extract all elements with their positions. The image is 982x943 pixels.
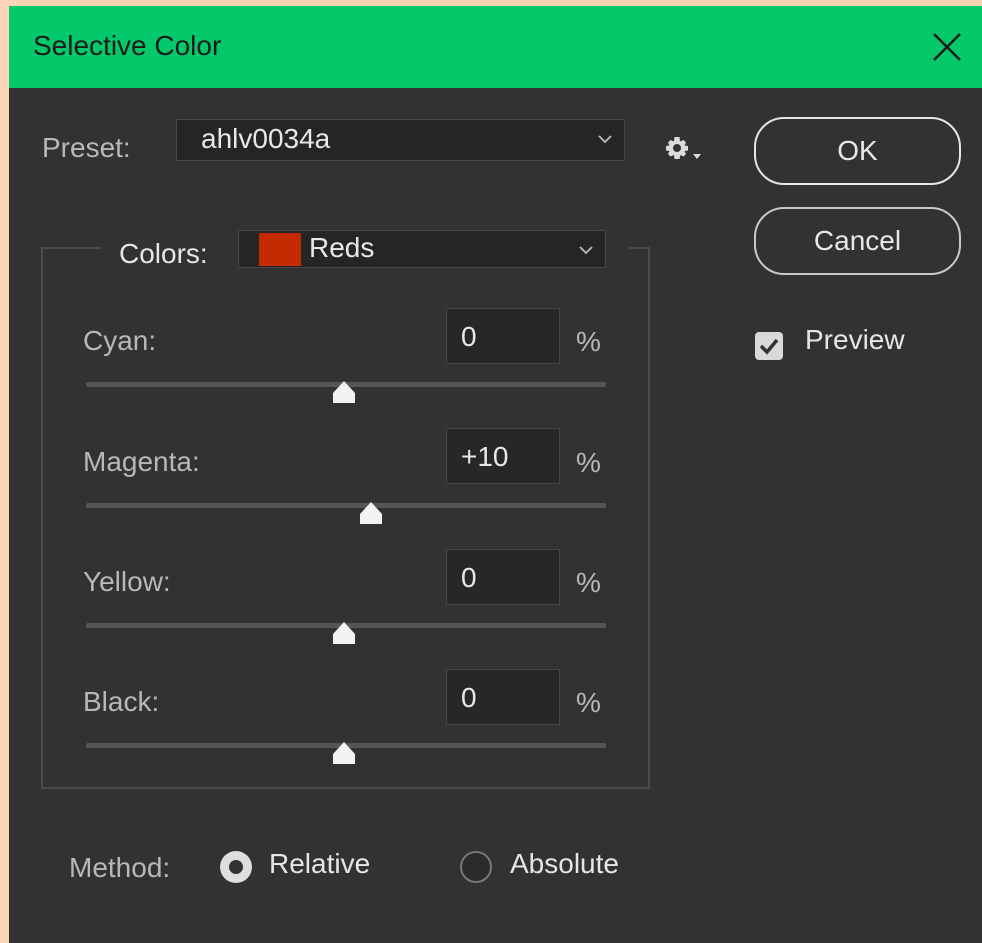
yellow-slider-thumb[interactable]: [331, 620, 357, 646]
colors-label: Colors:: [119, 238, 208, 269]
checkmark-icon: [759, 338, 779, 355]
cancel-button[interactable]: Cancel: [754, 207, 961, 275]
black-label: Black:: [83, 686, 160, 717]
percent-label: %: [576, 687, 601, 718]
preset-value: ahlv0034a: [201, 123, 331, 154]
method-label: Method:: [69, 852, 171, 883]
relative-label: Relative: [269, 848, 371, 879]
cyan-label: Cyan:: [83, 325, 157, 356]
preview-checkbox[interactable]: [755, 332, 783, 360]
chevron-down-icon: [598, 135, 612, 144]
preset-dropdown[interactable]: ahlv0034a: [176, 119, 625, 161]
black-value-field[interactable]: 0: [446, 669, 560, 725]
magenta-value-field[interactable]: +10: [446, 428, 560, 484]
magenta-slider-track[interactable]: [86, 503, 606, 508]
magenta-slider-thumb[interactable]: [358, 500, 384, 526]
absolute-radio[interactable]: [460, 851, 492, 883]
percent-label: %: [576, 447, 601, 478]
colors-dropdown[interactable]: Reds: [238, 230, 606, 268]
absolute-label: Absolute: [510, 848, 619, 879]
ok-button[interactable]: OK: [754, 117, 961, 185]
yellow-label: Yellow:: [83, 566, 171, 597]
dialog-title: Selective Color: [33, 30, 222, 61]
close-icon[interactable]: [928, 28, 966, 66]
cyan-slider-thumb[interactable]: [331, 379, 357, 405]
selective-color-dialog: Selective Color Preset: ahlv0034a OK Can…: [9, 6, 982, 943]
percent-label: %: [576, 567, 601, 598]
black-slider-thumb[interactable]: [331, 740, 357, 766]
preview-label: Preview: [805, 324, 905, 355]
chevron-down-icon: [579, 246, 593, 255]
cyan-value-field[interactable]: 0: [446, 308, 560, 364]
yellow-value-field[interactable]: 0: [446, 549, 560, 605]
gear-icon[interactable]: [663, 134, 711, 166]
percent-label: %: [576, 326, 601, 357]
colors-value: Reds: [309, 232, 375, 263]
preset-label: Preset:: [42, 132, 131, 163]
magenta-label: Magenta:: [83, 446, 200, 477]
relative-radio[interactable]: [220, 851, 252, 883]
title-bar[interactable]: Selective Color: [9, 6, 982, 88]
color-swatch: [259, 233, 301, 266]
